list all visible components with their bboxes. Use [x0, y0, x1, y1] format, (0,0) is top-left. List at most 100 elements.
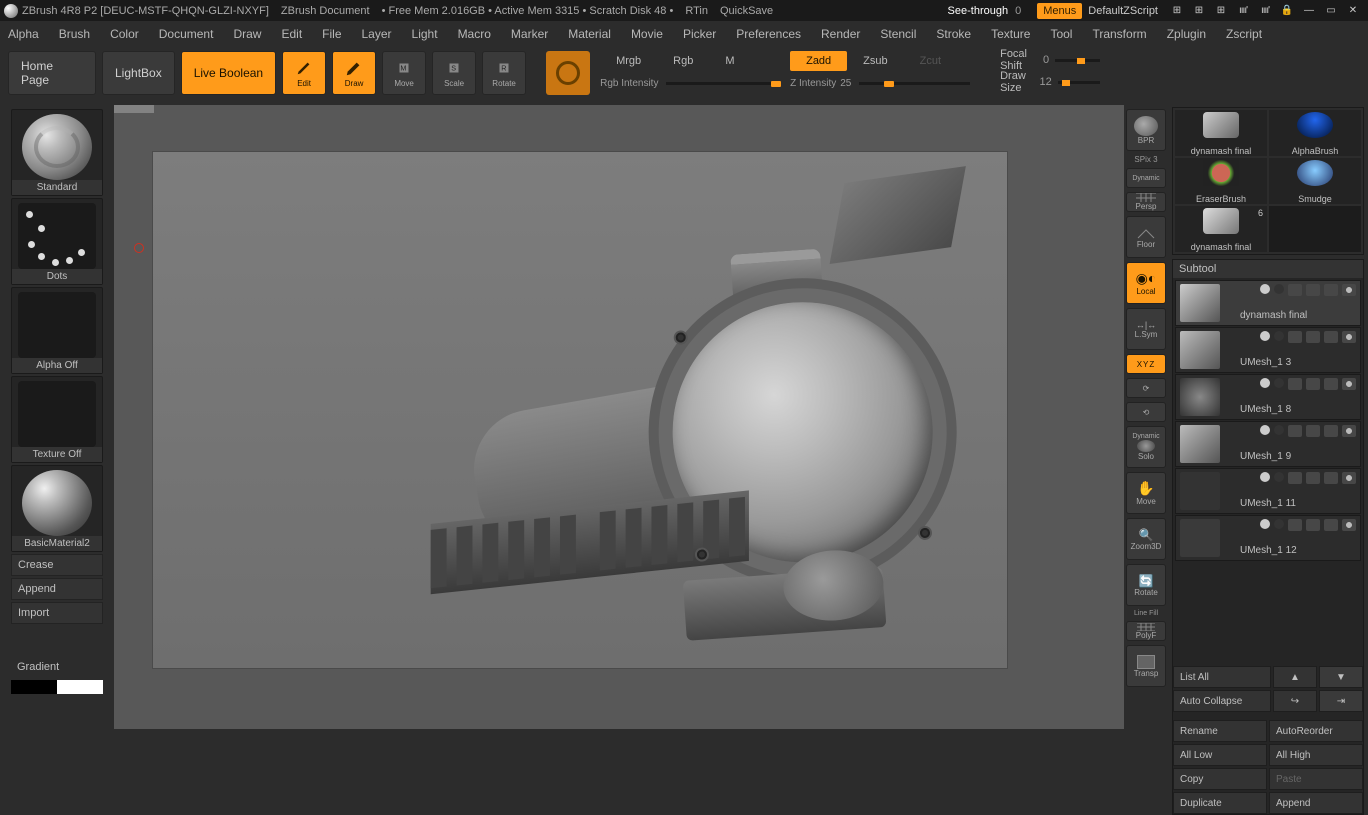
menu-texture[interactable]: Texture	[991, 27, 1030, 41]
snap-icon[interactable]: ⊞	[1169, 4, 1185, 18]
fwd-button[interactable]: ↪	[1273, 690, 1317, 712]
menus-button[interactable]: Menus	[1037, 3, 1082, 19]
rotate-mode-button[interactable]: R Rotate	[482, 51, 526, 95]
close-icon[interactable]: ✕	[1345, 4, 1361, 18]
track2-icon[interactable]: ıııı'	[1257, 4, 1273, 18]
subtool-item-2[interactable]: UMesh_1 8	[1175, 374, 1361, 420]
edit-mode-button[interactable]: Edit	[282, 51, 326, 95]
subtool-item-0[interactable]: dynamash final	[1175, 280, 1361, 326]
dynamic-persp-button[interactable]: Dynamic	[1126, 168, 1166, 188]
menu-file[interactable]: File	[322, 27, 341, 41]
tool-cell-4[interactable]: 6 dynamash final	[1175, 206, 1267, 252]
menu-transform[interactable]: Transform	[1092, 27, 1146, 41]
quicksave-button[interactable]: QuickSave	[720, 5, 773, 17]
lightbox-button[interactable]: LightBox	[102, 51, 175, 95]
frame-y-button[interactable]: ⟳	[1126, 378, 1166, 398]
bpr-button[interactable]: BPR	[1126, 109, 1166, 151]
lock-icon[interactable]: 🔒	[1279, 4, 1295, 18]
menu-macro[interactable]: Macro	[458, 27, 491, 41]
frame-z-button[interactable]: ⟲	[1126, 402, 1166, 422]
all-high-button[interactable]: All High	[1269, 744, 1363, 766]
floor-button[interactable]: Floor	[1126, 216, 1166, 258]
menu-render[interactable]: Render	[821, 27, 860, 41]
auto-collapse-button[interactable]: Auto Collapse	[1173, 690, 1271, 712]
spix-label[interactable]: SPix 3	[1126, 155, 1166, 164]
menu-layer[interactable]: Layer	[362, 27, 392, 41]
focal-shift-slider[interactable]: Focal Shift 0	[1000, 51, 1100, 69]
eye-icon[interactable]	[1342, 284, 1356, 296]
menu-stencil[interactable]: Stencil	[880, 27, 916, 41]
document-canvas[interactable]	[114, 105, 1124, 729]
maximize-icon[interactable]: ▭	[1323, 4, 1339, 18]
snap2-icon[interactable]: ⊞	[1191, 4, 1207, 18]
menu-zplugin[interactable]: Zplugin	[1167, 27, 1206, 41]
lsym-button[interactable]: ↔|↔ L.Sym	[1126, 308, 1166, 350]
eye-icon[interactable]	[1342, 425, 1356, 437]
draw-size-slider[interactable]: Draw Size 12	[1000, 73, 1100, 91]
menu-picker[interactable]: Picker	[683, 27, 716, 41]
tool-cell-0[interactable]: dynamash final	[1175, 110, 1267, 156]
tool-cell-empty[interactable]	[1269, 206, 1361, 252]
eye-icon[interactable]	[1342, 331, 1356, 343]
canvas-tab[interactable]	[114, 105, 154, 113]
eye-icon[interactable]	[1342, 519, 1356, 531]
zcut-button[interactable]: Zcut	[904, 51, 957, 71]
subtool-item-3[interactable]: UMesh_1 9	[1175, 421, 1361, 467]
autoreorder-button[interactable]: AutoReorder	[1269, 720, 1363, 742]
tool-cell-3[interactable]: Smudge	[1269, 158, 1361, 204]
merge-button[interactable]: ⇥	[1319, 690, 1363, 712]
crease-button[interactable]: Crease	[11, 554, 103, 576]
menu-zscript[interactable]: Zscript	[1226, 27, 1262, 41]
subtool-header[interactable]: Subtool	[1173, 260, 1363, 278]
transp-button[interactable]: Transp	[1126, 645, 1166, 687]
rename-button[interactable]: Rename	[1173, 720, 1267, 742]
move-mode-button[interactable]: M Move	[382, 51, 426, 95]
solo-button[interactable]: Dynamic Solo	[1126, 426, 1166, 468]
live-boolean-button[interactable]: Live Boolean	[181, 51, 276, 95]
eye-icon[interactable]	[1342, 378, 1356, 390]
menu-document[interactable]: Document	[159, 27, 214, 41]
menu-color[interactable]: Color	[110, 27, 139, 41]
nav-rotate-button[interactable]: 🔄 Rotate	[1126, 564, 1166, 606]
menu-material[interactable]: Material	[568, 27, 611, 41]
local-button[interactable]: ◉◐ Local	[1126, 262, 1166, 304]
menu-draw[interactable]: Draw	[233, 27, 261, 41]
rgb-button[interactable]: Rgb	[657, 51, 709, 71]
subtool-item-4[interactable]: UMesh_1 11	[1175, 468, 1361, 514]
nav-move-button[interactable]: ✋ Move	[1126, 472, 1166, 514]
menu-preferences[interactable]: Preferences	[736, 27, 801, 41]
color-black-swatch[interactable]	[11, 680, 57, 694]
polyf-button[interactable]: PolyF	[1126, 621, 1166, 641]
append-button[interactable]: Append	[11, 578, 103, 600]
zadd-button[interactable]: Zadd	[790, 51, 847, 71]
mrgb-button[interactable]: Mrgb	[600, 51, 657, 71]
menu-stroke[interactable]: Stroke	[936, 27, 971, 41]
nav-zoom-button[interactable]: 🔍 Zoom3D	[1126, 518, 1166, 560]
menu-marker[interactable]: Marker	[511, 27, 548, 41]
stroke-picker[interactable]: Dots	[11, 198, 103, 285]
paste-button[interactable]: Paste	[1269, 768, 1363, 790]
see-through-label[interactable]: See-through 0	[948, 5, 1022, 17]
track1-icon[interactable]: ıııı'	[1235, 4, 1251, 18]
scale-mode-button[interactable]: S Scale	[432, 51, 476, 95]
rgb-intensity-slider[interactable]: Rgb Intensity	[600, 75, 780, 91]
brush-picker[interactable]: Standard	[11, 109, 103, 196]
color-white-swatch[interactable]	[57, 680, 103, 694]
move-up-button[interactable]: ▲	[1273, 666, 1317, 688]
viewport[interactable]	[152, 151, 1008, 669]
menu-movie[interactable]: Movie	[631, 27, 663, 41]
z-intensity-slider[interactable]: Z Intensity 25	[790, 75, 970, 91]
copy-button[interactable]: Copy	[1173, 768, 1267, 790]
menu-tool[interactable]: Tool	[1050, 27, 1072, 41]
persp-button[interactable]: Persp	[1126, 192, 1166, 212]
menu-edit[interactable]: Edit	[281, 27, 302, 41]
import-button[interactable]: Import	[11, 602, 103, 624]
draw-mode-button[interactable]: Draw	[332, 51, 376, 95]
list-all-button[interactable]: List All	[1173, 666, 1271, 688]
all-low-button[interactable]: All Low	[1173, 744, 1267, 766]
subtool-item-5[interactable]: UMesh_1 12	[1175, 515, 1361, 561]
home-page-button[interactable]: Home Page	[8, 51, 96, 95]
material-picker[interactable]: BasicMaterial2	[11, 465, 103, 552]
subtool-append-button[interactable]: Append	[1269, 792, 1363, 814]
default-zscript[interactable]: DefaultZScript	[1088, 5, 1158, 17]
